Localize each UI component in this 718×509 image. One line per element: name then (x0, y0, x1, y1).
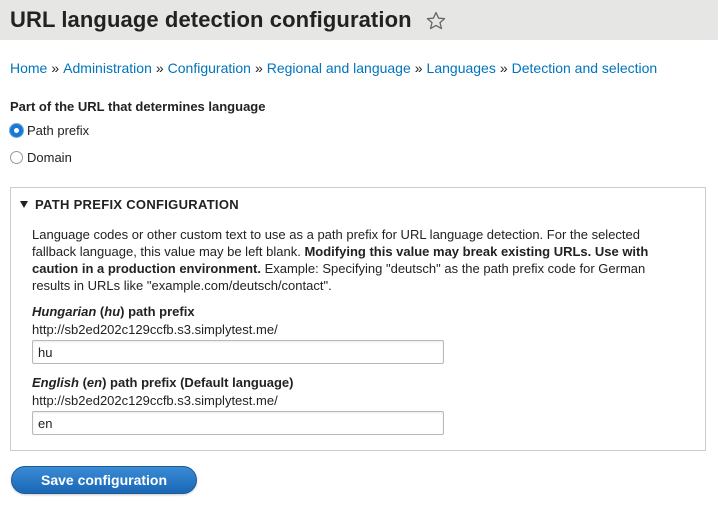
radio-button-path-prefix[interactable] (10, 124, 23, 137)
page-title: URL language detection configuration (10, 7, 446, 33)
en-lang-name: English (32, 375, 79, 390)
en-lang-code: en (86, 375, 103, 390)
radio-label-path-prefix[interactable]: Path prefix (27, 123, 89, 138)
breadcrumb-languages[interactable]: Languages (427, 60, 496, 76)
hu-field-label: Hungarian (hu) path prefix (32, 304, 195, 319)
en-label-suffix: path prefix (Default language) (110, 375, 294, 390)
en-prefix-input[interactable] (32, 411, 444, 435)
breadcrumb: Home» Administration» Configuration» Region… (10, 60, 657, 76)
breadcrumb-separator: » (155, 60, 164, 76)
url-part-label: Part of the URL that determines language (10, 99, 266, 114)
radio-button-domain[interactable] (10, 151, 23, 164)
breadcrumb-separator: » (51, 60, 60, 76)
hu-label-suffix: path prefix (128, 304, 195, 319)
breadcrumb-detection-and-selection[interactable]: Detection and selection (512, 60, 658, 76)
radio-label-domain[interactable]: Domain (27, 150, 72, 165)
hu-url-prefix: http://sb2ed202c129ccfb.s3.simplytest.me… (32, 322, 278, 337)
path-prefix-fieldset: PATH PREFIX CONFIGURATION Language codes… (10, 187, 706, 451)
breadcrumb-administration[interactable]: Administration (63, 60, 152, 76)
hu-prefix-input[interactable] (32, 340, 444, 364)
fieldset-description: Language codes or other custom text to u… (32, 226, 677, 294)
breadcrumb-regional-and-language[interactable]: Regional and language (267, 60, 411, 76)
breadcrumb-separator: » (499, 60, 508, 76)
hu-lang-name: Hungarian (32, 304, 97, 319)
breadcrumb-separator: » (414, 60, 423, 76)
save-configuration-button[interactable]: Save configuration (11, 466, 197, 494)
en-field-label: English (en) path prefix (Default langua… (32, 375, 294, 390)
breadcrumb-separator: » (254, 60, 263, 76)
page-header: URL language detection configuration (0, 0, 718, 40)
collapse-triangle-icon[interactable] (20, 201, 28, 208)
breadcrumb-configuration[interactable]: Configuration (168, 60, 251, 76)
radio-domain[interactable]: Domain (10, 150, 72, 165)
radio-path-prefix[interactable]: Path prefix (10, 123, 89, 138)
page-title-text: URL language detection configuration (10, 7, 412, 32)
hu-lang-code: hu (104, 304, 121, 319)
fieldset-legend[interactable]: PATH PREFIX CONFIGURATION (20, 197, 239, 212)
breadcrumb-home[interactable]: Home (10, 60, 47, 76)
star-icon[interactable] (426, 11, 446, 31)
fieldset-legend-text[interactable]: PATH PREFIX CONFIGURATION (35, 197, 239, 212)
en-url-prefix: http://sb2ed202c129ccfb.s3.simplytest.me… (32, 393, 278, 408)
